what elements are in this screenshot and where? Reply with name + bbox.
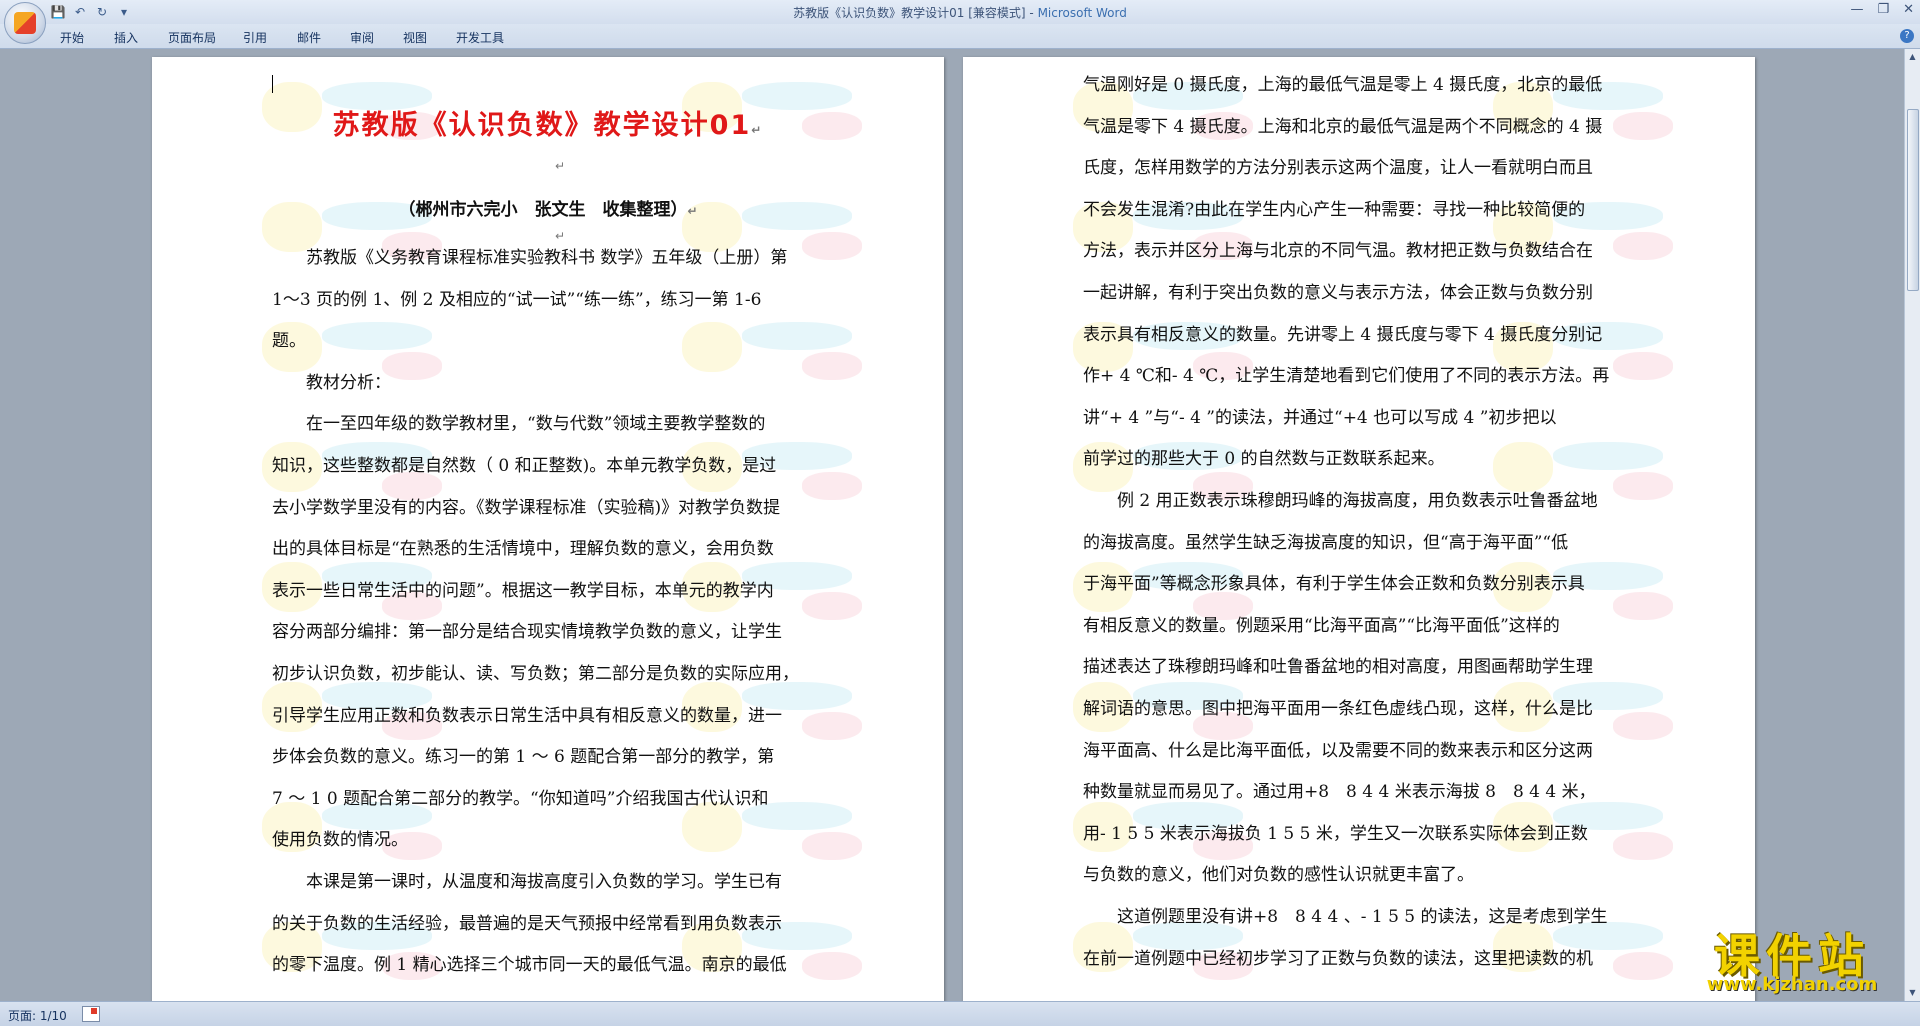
- text-line: 表示一些日常生活中的问题”。根据这一教学目标，本单元的教学内: [272, 580, 774, 601]
- text-line: 与负数的意义，他们对负数的感性认识就更丰富了。: [1083, 865, 1474, 886]
- title-bar: 💾 ↶ ↻ ▾ 苏教版《认识负数》教学设计01 [兼容模式] - Microso…: [0, 0, 1920, 24]
- tab-page-layout[interactable]: 页面布局: [168, 29, 216, 46]
- window-title: 苏教版《认识负数》教学设计01 [兼容模式] - Microsoft Word: [0, 4, 1920, 21]
- text-line: 7 ～ 1 0 题配合第二部分的教学。“你知道吗”介绍我国古代认识和: [272, 788, 769, 809]
- watermark-blot: [1553, 442, 1663, 470]
- watermark-blot: [802, 832, 862, 860]
- office-button[interactable]: [4, 2, 46, 44]
- text-line: 于海平面”等概念形象具体，有利于学生体会正数和负数分别表示具: [1083, 574, 1585, 595]
- minimize-icon[interactable]: —: [1850, 2, 1863, 17]
- help-icon[interactable]: ?: [1900, 29, 1914, 43]
- text-line: 气温是零下 4 摄氏度。上海和北京的最低气温是两个不同概念的 4 摄: [1083, 116, 1603, 137]
- maximize-icon[interactable]: ❐: [1877, 2, 1889, 17]
- tab-home[interactable]: 开始: [60, 29, 84, 46]
- scrollbar-thumb[interactable]: [1907, 109, 1919, 291]
- watermark-blot: [802, 352, 862, 380]
- text-line: 一起讲解，有利于突出负数的意义与表示方法，体会正数与负数分别: [1083, 283, 1593, 303]
- text-line: 题。: [272, 331, 306, 352]
- watermark-blot: [682, 322, 742, 372]
- vertical-scrollbar[interactable]: ▲ ▼: [1904, 49, 1920, 1001]
- watermark-blot: [1613, 712, 1673, 740]
- document-subheading: （郴州市六完小 张文生 收集整理）↵: [398, 200, 698, 220]
- watermark-blot: [802, 592, 862, 620]
- text-line: 海平面高、什么是比海平面低，以及需要不同的数来表示和区分这两: [1083, 740, 1593, 761]
- watermark-blot: [802, 472, 862, 500]
- watermark-blot: [1613, 952, 1673, 980]
- text-line: 解词语的意思。图中把海平面用一条红色虚线凸现，这样，什么是比: [1083, 699, 1593, 719]
- text-line: 引导学生应用正数和负数表示日常生活中具有相反意义的数量，进一: [272, 705, 782, 726]
- scroll-up-icon[interactable]: ▲: [1907, 51, 1918, 62]
- text-line: 这道例题里没有讲+8 8 4 4 、- 1 5 5 的读法，这是考虑到学生: [1083, 907, 1608, 927]
- document-workspace: 苏教版《认识负数》教学设计01↵ ↵ （郴州市六完小 张文生 收集整理）↵ ↵ …: [0, 49, 1905, 1001]
- text-line: 表示具有相反意义的数量。先讲零上 4 摄氏度与零下 4 摄氏度分别记: [1083, 324, 1603, 345]
- tab-mailings[interactable]: 邮件: [297, 29, 321, 46]
- document-page-1[interactable]: 苏教版《认识负数》教学设计01↵ ↵ （郴州市六完小 张文生 收集整理）↵ ↵ …: [152, 57, 944, 1001]
- watermark-blot: [1493, 442, 1553, 492]
- text-line: 用- 1 5 5 米表示海拔负 1 5 5 米，学生又一次联系实际体会到正数: [1083, 823, 1588, 844]
- watermark-blot: [1613, 232, 1673, 260]
- text-line: 种数量就显而易见了。通过用+8 8 4 4 米表示海拔 8 8 4 4 米，: [1083, 782, 1596, 803]
- text-line: 去小学数学里没有的内容。《数学课程标准（实验稿)》对教学负数提: [272, 497, 781, 518]
- text-line: 在前一道例题中已经初步学习了正数与负数的读法，这里把读数的机: [1083, 948, 1593, 969]
- text-line: 作+ 4 ℃和- 4 ℃，让学生清楚地看到它们使用了不同的表示方法。再: [1083, 366, 1610, 387]
- watermark-blot: [1613, 832, 1673, 860]
- tab-developer[interactable]: 开发工具: [456, 29, 504, 46]
- text-line: 不会发生混淆?由此在学生内心产生一种需要：寻找一种比较简便的: [1083, 199, 1586, 220]
- text-line: 使用负数的情况。: [272, 830, 408, 851]
- tab-view[interactable]: 视图: [403, 29, 427, 46]
- paragraph-mark: ↵: [555, 159, 566, 173]
- watermark-blot: [1613, 352, 1673, 380]
- watermark-blot: [322, 322, 432, 350]
- text-line: 讲“+ 4 ”与“- 4 ”的读法，并通过“+4 也可以写成 4 ”初步把以: [1083, 407, 1557, 428]
- text-line: 的零下温度。例 1 精心选择三个城市同一天的最低气温。南京的最低: [272, 955, 787, 976]
- text-line: 教材分析：: [272, 372, 391, 393]
- text-line: 气温刚好是 0 摄氏度，上海的最低气温是零上 4 摄氏度，北京的最低: [1083, 75, 1603, 95]
- text-line: 在一至四年级的数学教材里，“数与代数”领域主要教学整数的: [272, 414, 766, 435]
- document-title: 苏教版《认识负数》教学设计01 [兼容模式] -: [793, 6, 1038, 20]
- watermark-blot: [382, 352, 442, 380]
- tab-review[interactable]: 审阅: [350, 29, 374, 46]
- ribbon-tabs: 开始 插入 页面布局 引用 邮件 审阅 视图 开发工具 ?: [0, 24, 1920, 49]
- proofing-status-icon[interactable]: [82, 1006, 100, 1022]
- document-page-2[interactable]: 气温刚好是 0 摄氏度，上海的最低气温是零上 4 摄氏度，北京的最低 气温是零下 …: [963, 57, 1755, 1001]
- site-watermark-logo: 课件站 www.kjzhan.com: [1672, 920, 1912, 1000]
- text-line: 1～3 页的例 1、例 2 及相应的“试一试”“练一练”，练习一第 1-6: [272, 289, 762, 310]
- page-indicator[interactable]: 页面: 1/10: [8, 1007, 67, 1024]
- office-logo-icon: [14, 12, 36, 34]
- text-line: 例 2 用正数表示珠穆朗玛峰的海拔高度，用负数表示吐鲁番盆地: [1083, 491, 1598, 511]
- watermark-blot: [742, 322, 852, 350]
- text-line: 初步认识负数，初步能认、读、写负数；第二部分是负数的实际应用，: [272, 664, 799, 684]
- watermark-blot: [1613, 592, 1673, 620]
- text-line: 前学过的那些大于 0 的自然数与正数联系起来。: [1083, 449, 1445, 470]
- document-heading: 苏教版《认识负数》教学设计01↵: [332, 110, 764, 141]
- text-line: 氏度，怎样用数学的方法分别表示这两个温度，让人一看就明白而且: [1083, 158, 1593, 179]
- text-line: 的关于负数的生活经验，最普遍的是天气预报中经常看到用负数表示: [272, 913, 782, 934]
- text-line: 本课是第一课时，从温度和海拔高度引入负数的学习。学生已有: [272, 872, 782, 892]
- text-cursor: [272, 75, 273, 93]
- watermark-blot: [802, 712, 862, 740]
- text-line: 知识，这些整数都是自然数（ 0 和正整数)。本单元教学负数，是过: [272, 456, 777, 476]
- text-line: 有相反意义的数量。例题采用“比海平面高”“比海平面低”这样的: [1083, 615, 1560, 636]
- status-bar: 页面: 1/10: [0, 1001, 1920, 1026]
- text-line: 方法，表示并区分上海与北京的不同气温。教材把正数与负数结合在: [1083, 241, 1593, 262]
- app-name: Microsoft Word: [1037, 6, 1127, 20]
- text-line: 步体会负数的意义。练习一的第 1 ～ 6 题配合第一部分的教学，第: [272, 747, 775, 768]
- text-line: 的海拔高度。虽然学生缺乏海拔高度的知识，但“高于海平面”“低: [1083, 532, 1569, 553]
- watermark-blot: [802, 952, 862, 980]
- window-controls: — ❐ ✕: [1850, 2, 1914, 17]
- watermark-blot: [1613, 472, 1673, 500]
- close-icon[interactable]: ✕: [1903, 2, 1914, 17]
- watermark-blot: [802, 232, 862, 260]
- tab-insert[interactable]: 插入: [114, 29, 138, 46]
- tab-references[interactable]: 引用: [243, 29, 267, 46]
- watermark-blot: [1613, 112, 1673, 140]
- text-line: 描述表达了珠穆朗玛峰和吐鲁番盆地的相对高度，用图画帮助学生理: [1083, 657, 1593, 678]
- text-line: 苏教版《义务教育课程标准实验教科书 数学》五年级（上册）第: [272, 248, 788, 268]
- logo-url: www.kjzhan.com: [1706, 974, 1878, 995]
- text-line: 容分两部分编排：第一部分是结合现实情境教学负数的意义，让学生: [272, 622, 782, 643]
- text-line: 出的具体目标是“在熟悉的生活情境中，理解负数的意义，会用负数: [272, 539, 774, 560]
- paragraph-mark: ↵: [555, 229, 566, 243]
